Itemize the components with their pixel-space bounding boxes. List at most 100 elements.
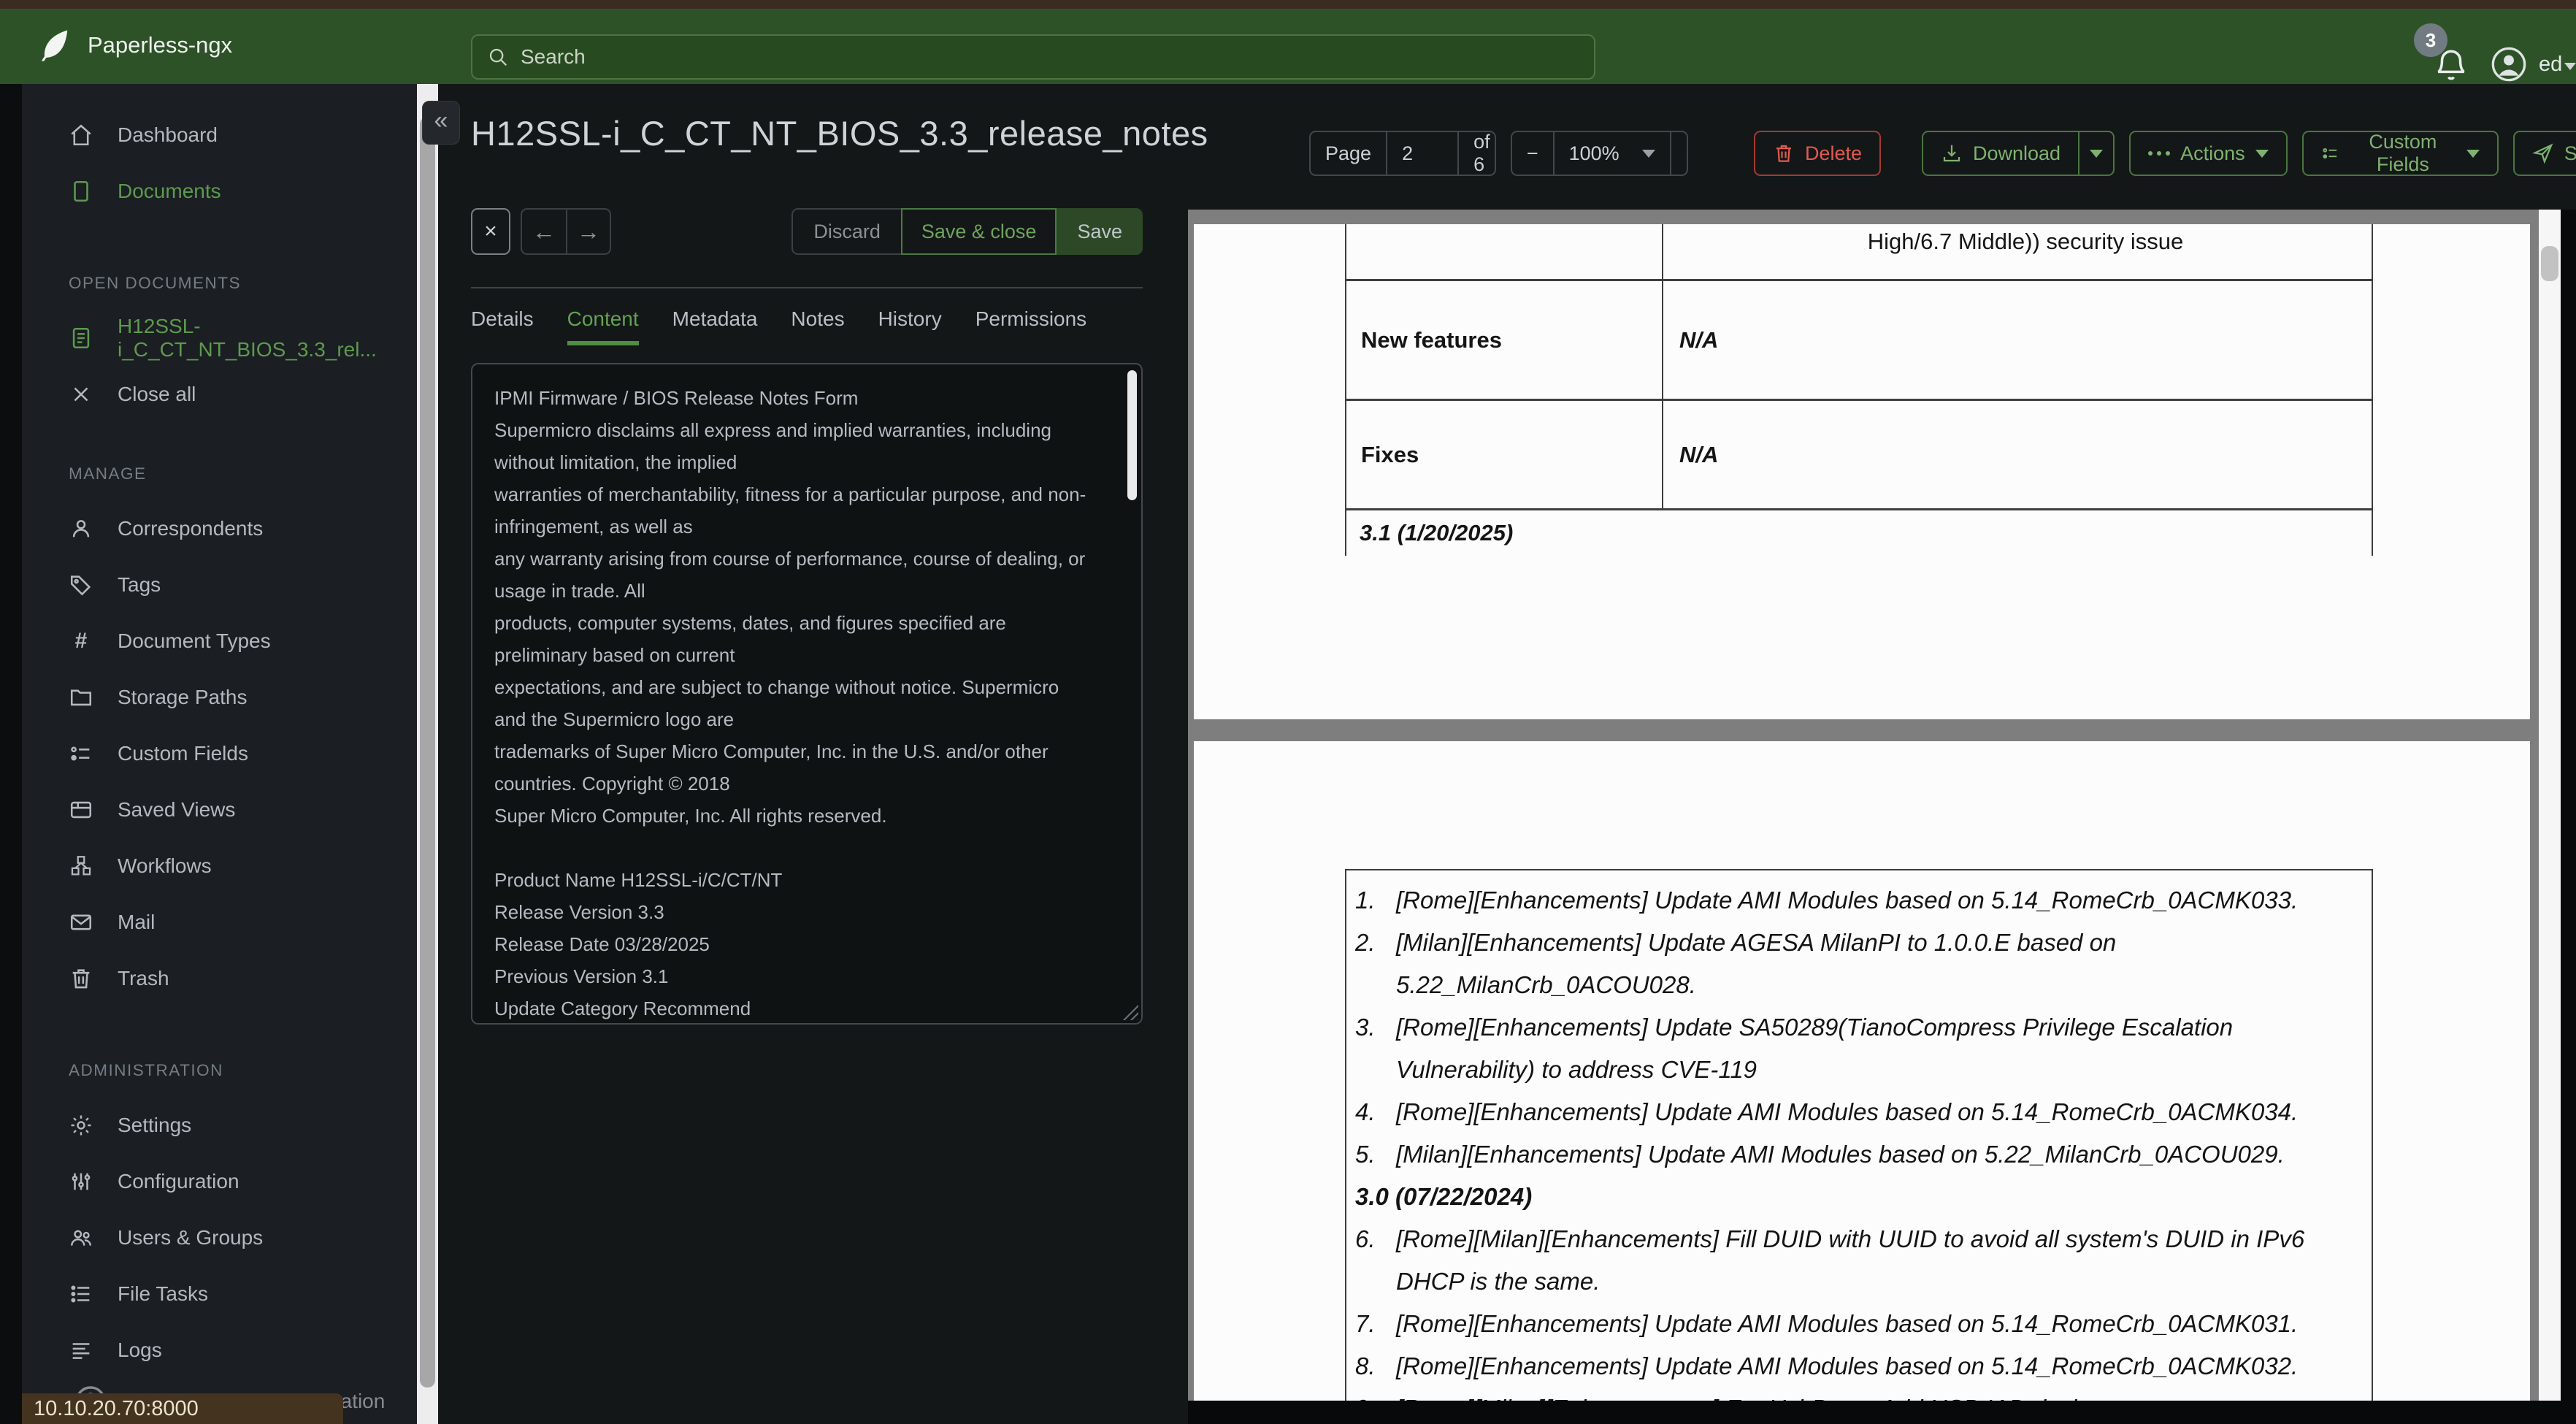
preview-bottom-edge [1188,1401,2576,1424]
sidebar-item-documents[interactable]: Documents [22,163,417,219]
version-row: 3.1 (1/20/2025) [1360,520,1514,546]
sidebar-item-logs[interactable]: Logs [22,1322,417,1378]
sidebar-collapse-button[interactable]: « [422,101,460,145]
sidebar-item-mail[interactable]: Mail [22,894,417,950]
search-icon [489,48,507,66]
username[interactable]: ed [2539,53,2562,77]
user-menu-caret-icon [2564,63,2576,70]
status-url-bubble: 10.10.20.70:8000 [22,1393,343,1424]
table-cell-label: New features [1346,281,1663,399]
zoom-out-button[interactable]: − [1512,132,1553,175]
sidebar-item-dashboard[interactable]: Dashboard [22,107,417,163]
sidebar-item-storage-paths[interactable]: Storage Paths [22,669,417,725]
list-item: 5. [Milan][Enhancements] Update AMI Modul… [1355,1141,2285,1168]
save-button[interactable]: Save [1057,208,1143,255]
chevron-down-icon [2255,149,2269,158]
doc-history-nav: ← → [521,208,611,255]
changes-list: 1. [Rome][Enhancements] Update AMI Module… [1346,870,2372,1401]
send-button[interactable]: Send [2512,131,2576,176]
document-content-textarea[interactable]: IPMI Firmware / BIOS Release Notes Form … [472,364,1141,1023]
page-label: Page [1325,142,1372,164]
close-document-button[interactable]: × [471,208,510,255]
users-icon [71,1230,91,1246]
sidebar-item-tags[interactable]: Tags [22,556,417,613]
list-item: 7. [Rome][Enhancements] Update AMI Module… [1355,1310,2299,1337]
list-item: 8. [Rome][Enhancements] Update AMI Module… [1355,1352,2299,1379]
trash-icon [72,968,90,988]
page-number-input[interactable] [1402,142,1444,165]
sidebar-item-users-groups[interactable]: Users & Groups [22,1209,417,1266]
save-and-close-button[interactable]: Save & close [900,208,1057,255]
manage-header: MANAGE [69,464,147,483]
task-list-icon [71,1285,90,1302]
document-title: H12SSL-i_C_CT_NT_BIOS_3.3_release_notes [471,114,1208,153]
tab-content[interactable]: Content [567,307,639,345]
download-menu-caret[interactable] [2079,131,2115,176]
zoom-level-select[interactable]: 100% [1552,132,1670,175]
sidebar-item-settings[interactable]: Settings [22,1097,417,1153]
pdf-preview-viewer[interactable]: High/6.7 Middle)) security issue New fea… [1188,210,2561,1401]
previous-document-button[interactable]: ← [522,210,566,253]
download-icon [1943,145,1960,162]
mail-icon [70,914,92,930]
preview-scrollbar-thumb[interactable] [2541,246,2558,281]
sidebar-scrollbar-thumb[interactable] [420,117,435,1387]
textarea-scrollbar-thumb[interactable] [1127,370,1137,500]
download-button[interactable]: Download [1921,131,2080,176]
home-icon [71,124,91,145]
table-cell: High/6.7 Middle)) security issue [1867,229,2184,254]
sidebar-item-correspondents[interactable]: Correspondents [22,500,417,556]
avatar-icon[interactable] [2490,45,2528,83]
list-item: 2. [Milan][Enhancements] Update AGESA Mil… [1355,929,2117,998]
list-item: 6. [Rome][Milan][Enhancements] Fill DUID … [1355,1225,2305,1295]
chevron-down-icon [2090,149,2104,158]
sidebar-item-saved-views[interactable]: Saved Views [22,781,417,838]
page-navigation-group: Page of 6 [1309,131,1496,176]
sidebar-scrollbar[interactable] [417,84,438,1424]
gear-icon [71,1115,91,1135]
save-button-group: Discard Save & close Save [791,208,1143,255]
page-number-field[interactable] [1386,132,1457,175]
document-icon [74,180,88,202]
preview-toolbar: Page of 6 − 100% + Delete Download [1309,131,2576,176]
table-cell-label: Fixes [1346,401,1663,508]
custom-fields-button[interactable]: Custom Fields [2301,131,2499,176]
global-search[interactable] [471,34,1595,80]
sliders-icon [72,1173,91,1190]
chevron-down-icon [2466,149,2480,158]
sidebar-item-document-types[interactable]: # Document Types [22,613,417,669]
sidebar-item-trash[interactable]: Trash [22,950,417,1006]
sidebar-item-custom-fields[interactable]: Custom Fields [22,725,417,781]
list-item: 3. [Rome][Enhancements] Update SA50289(Ti… [1355,1014,2234,1083]
document-detail-pane: « H12SSL-i_C_CT_NT_BIOS_3.3_release_note… [422,84,2576,1424]
sidebar-item-configuration[interactable]: Configuration [22,1153,417,1209]
sidebar-close-all[interactable]: Close all [22,366,417,422]
table-row: New features N/A [1346,281,2372,401]
chevron-down-icon [1641,149,1655,158]
preview-scrollbar[interactable] [2539,210,2561,1401]
actions-button[interactable]: Actions [2129,131,2288,176]
discard-button[interactable]: Discard [791,208,902,255]
preview-right-edge [2561,210,2576,1424]
zoom-in-button[interactable]: + [1669,132,1687,175]
list-fields-icon [2323,148,2337,159]
sidebar-item-file-tasks[interactable]: File Tasks [22,1266,417,1322]
table-cell-value: N/A [1679,441,1719,467]
document-nav-row: × ← → Discard Save & close Save [471,208,1143,255]
tab-metadata[interactable]: Metadata [672,307,758,345]
edit-column: × ← → Discard Save & close Save Details … [471,208,1143,1025]
tab-history[interactable]: History [878,307,942,345]
sidebar-open-document[interactable]: H12SSL-i_C_CT_NT_BIOS_3.3_rel... [22,310,417,366]
file-text-icon [72,327,90,348]
sidebar-item-workflows[interactable]: Workflows [22,838,417,894]
next-document-button[interactable]: → [566,210,610,253]
page-total-label: of 6 [1457,132,1495,175]
brand[interactable]: Paperless-ngx [37,26,232,64]
search-input[interactable] [521,45,1579,69]
tab-permissions[interactable]: Permissions [975,307,1086,345]
app-window: Paperless-ngx 3 ed Dashboard [0,0,2576,1424]
tab-notes[interactable]: Notes [791,307,844,345]
changes-list-cell: 1. [Rome][Enhancements] Update AMI Module… [1345,869,2373,1401]
delete-button[interactable]: Delete [1753,131,1881,176]
tab-details[interactable]: Details [471,307,534,345]
